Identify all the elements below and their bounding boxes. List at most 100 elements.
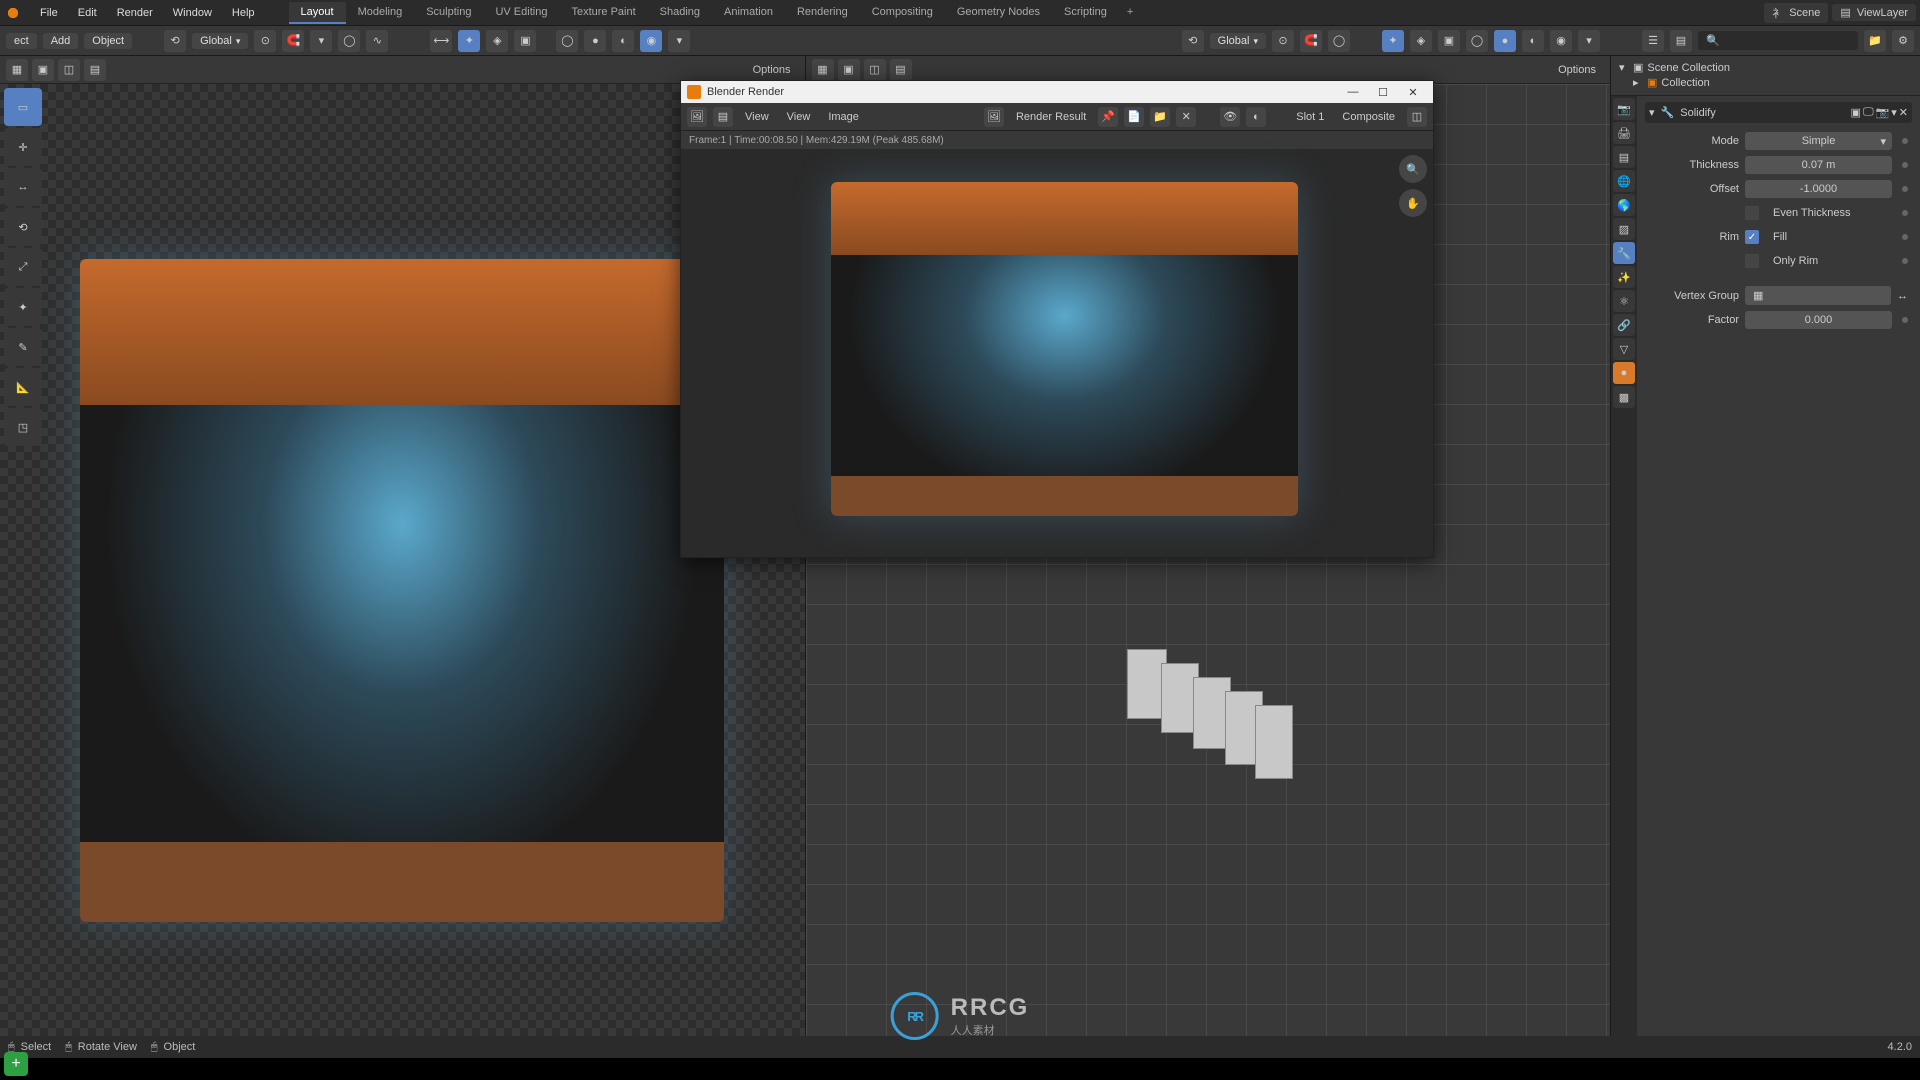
render-pan-icon[interactable]: ✋ (1399, 189, 1427, 217)
close-render-icon[interactable]: ✕ (1176, 107, 1196, 127)
overlays-toggle[interactable]: ◈ (486, 30, 508, 52)
prop-tab-material[interactable]: ● (1613, 362, 1635, 384)
snap-dropdown[interactable]: ▾ (310, 30, 332, 52)
anim-dot-icon[interactable] (1902, 210, 1908, 216)
selectbox-icon3[interactable]: ◫ (58, 59, 80, 81)
add-overlay-button[interactable]: + (4, 1052, 28, 1076)
image-browse-icon[interactable]: ▤ (713, 107, 733, 127)
shading-solid-r[interactable]: ● (1494, 30, 1516, 52)
minimize-button[interactable]: — (1339, 83, 1367, 101)
slot-dropdown[interactable]: Slot 1 (1290, 109, 1330, 125)
tool-addcube[interactable]: ◳ (4, 408, 42, 446)
selectbox-icon2-r[interactable]: ▣ (838, 59, 860, 81)
add-menu[interactable]: Add (43, 33, 79, 49)
offset-field[interactable]: -1.0000 (1745, 180, 1892, 198)
pivot-dropdown[interactable]: ⊙ (254, 30, 276, 52)
shading-dropdown-r[interactable]: ▾ (1578, 30, 1600, 52)
vp-left-options[interactable]: Options (745, 62, 799, 78)
selectbox-icon3-r[interactable]: ◫ (864, 59, 886, 81)
shading-render-r[interactable]: ◉ (1550, 30, 1572, 52)
orientation-icon-r[interactable]: ⟲ (1182, 30, 1204, 52)
menu-render[interactable]: Render (107, 3, 163, 23)
pass-dropdown[interactable]: Composite (1336, 109, 1401, 125)
ws-tab-layout[interactable]: Layout (289, 2, 346, 24)
prop-tab-world[interactable]: 🌎 (1613, 194, 1635, 216)
even-thickness-checkbox[interactable] (1745, 206, 1759, 220)
render-result-label[interactable]: Render Result (1010, 109, 1092, 125)
mode-dropdown[interactable]: Simple ▾ (1745, 132, 1892, 150)
toggle-sidebar-icon[interactable]: ◫ (1407, 107, 1427, 127)
thickness-field[interactable]: 0.07 m (1745, 156, 1892, 174)
maximize-button[interactable]: ☐ (1369, 83, 1397, 101)
tool-move[interactable]: ↔ (4, 168, 42, 206)
prop-tab-constraints[interactable]: 🔗 (1613, 314, 1635, 336)
ws-tab-uvediting[interactable]: UV Editing (483, 2, 559, 24)
xray-toggle[interactable]: ▣ (514, 30, 536, 52)
display-channels-icon[interactable]: ◐ (1246, 107, 1266, 127)
prop-tab-scene[interactable]: 🌐 (1613, 170, 1635, 192)
modifier-solidify-header[interactable]: ▾ 🔧 Solidify ▣ 🖵 📷 ▾ ✕ (1645, 102, 1912, 123)
orientation-icon[interactable]: ⟲ (164, 30, 186, 52)
render-canvas[interactable]: 🔍 ✋ (681, 149, 1433, 557)
stereo-icon[interactable]: 👁 (1220, 107, 1240, 127)
outliner-new-coll-icon[interactable]: 📁 (1864, 30, 1886, 52)
outliner-collection[interactable]: ▸ ▣ Collection (1619, 75, 1912, 90)
shading-matprev-r[interactable]: ◐ (1522, 30, 1544, 52)
tool-cursor[interactable]: ✛ (4, 128, 42, 166)
ws-tab-rendering[interactable]: Rendering (785, 2, 860, 24)
prop-tab-modifiers[interactable]: 🔧 (1613, 242, 1635, 264)
image-icon[interactable]: 🖼 (984, 107, 1004, 127)
prop-tab-particles[interactable]: ✨ (1613, 266, 1635, 288)
menu-window[interactable]: Window (163, 3, 222, 23)
mode-select-dropdown[interactable]: ect (6, 33, 37, 49)
anim-dot-icon[interactable] (1902, 162, 1908, 168)
tool-annotate[interactable]: ✎ (4, 328, 42, 366)
prop-tab-viewlayer[interactable]: ▤ (1613, 146, 1635, 168)
orientation-dropdown-r[interactable]: Global (1210, 33, 1266, 49)
disclosure-icon[interactable]: ▸ (1633, 76, 1643, 89)
prop-tab-data[interactable]: ▽ (1613, 338, 1635, 360)
disclosure-icon[interactable]: ▾ (1619, 61, 1629, 74)
snap-toggle[interactable]: 🧲 (282, 30, 304, 52)
selectbox-icon4[interactable]: ▤ (84, 59, 106, 81)
rim-fill-checkbox[interactable]: ✓ (1745, 230, 1759, 244)
outliner-filter-btn[interactable]: ⚙ (1892, 30, 1914, 52)
menu-edit[interactable]: Edit (68, 3, 107, 23)
anim-dot-icon[interactable] (1902, 138, 1908, 144)
object-menu[interactable]: Object (84, 33, 132, 49)
editor-type-icon[interactable]: 🖼 (687, 107, 707, 127)
prop-tab-output[interactable]: 🖨 (1613, 122, 1635, 144)
render-zoom-icon[interactable]: 🔍 (1399, 155, 1427, 183)
ws-tab-compositing[interactable]: Compositing (860, 2, 945, 24)
ws-tab-geonodes[interactable]: Geometry Nodes (945, 2, 1052, 24)
ws-tab-texturepaint[interactable]: Texture Paint (559, 2, 647, 24)
tool-measure[interactable]: 📐 (4, 368, 42, 406)
chevron-down-icon[interactable]: ▾ (1649, 106, 1655, 119)
orientation-dropdown[interactable]: Global (192, 33, 248, 49)
modifier-display-edit-icon[interactable]: ▣ (1851, 106, 1861, 119)
tool-rotate[interactable]: ⟲ (4, 208, 42, 246)
modifier-dropdown-icon[interactable]: ▾ (1891, 106, 1897, 119)
shading-solid-icon[interactable]: ● (584, 30, 606, 52)
factor-field[interactable]: 0.000 (1745, 311, 1892, 329)
snap-toggle-r[interactable]: 🧲 (1300, 30, 1322, 52)
shading-matprev-icon[interactable]: ◐ (612, 30, 634, 52)
proportional-toggle[interactable]: ◯ (338, 30, 360, 52)
open-icon[interactable]: 📁 (1150, 107, 1170, 127)
shading-wire-icon[interactable]: ◯ (556, 30, 578, 52)
pivot-dropdown-r[interactable]: ⊙ (1272, 30, 1294, 52)
outliner-scene-collection[interactable]: ▾ ▣ Scene Collection (1619, 60, 1912, 75)
anim-dot-icon[interactable] (1902, 186, 1908, 192)
anim-dot-icon[interactable] (1902, 258, 1908, 264)
proportional-toggle-r[interactable]: ◯ (1328, 30, 1350, 52)
close-button[interactable]: ✕ (1399, 83, 1427, 101)
view-menu2[interactable]: View (781, 109, 817, 125)
menu-file[interactable]: File (30, 3, 68, 23)
ws-tab-animation[interactable]: Animation (712, 2, 785, 24)
gizmo-toggle[interactable]: ✦ (458, 30, 480, 52)
ws-tab-sculpting[interactable]: Sculpting (414, 2, 483, 24)
shading-dropdown[interactable]: ▾ (668, 30, 690, 52)
anim-dot-icon[interactable] (1902, 234, 1908, 240)
prop-tab-physics[interactable]: ⚛ (1613, 290, 1635, 312)
render-window-titlebar[interactable]: Blender Render — ☐ ✕ (681, 81, 1433, 103)
